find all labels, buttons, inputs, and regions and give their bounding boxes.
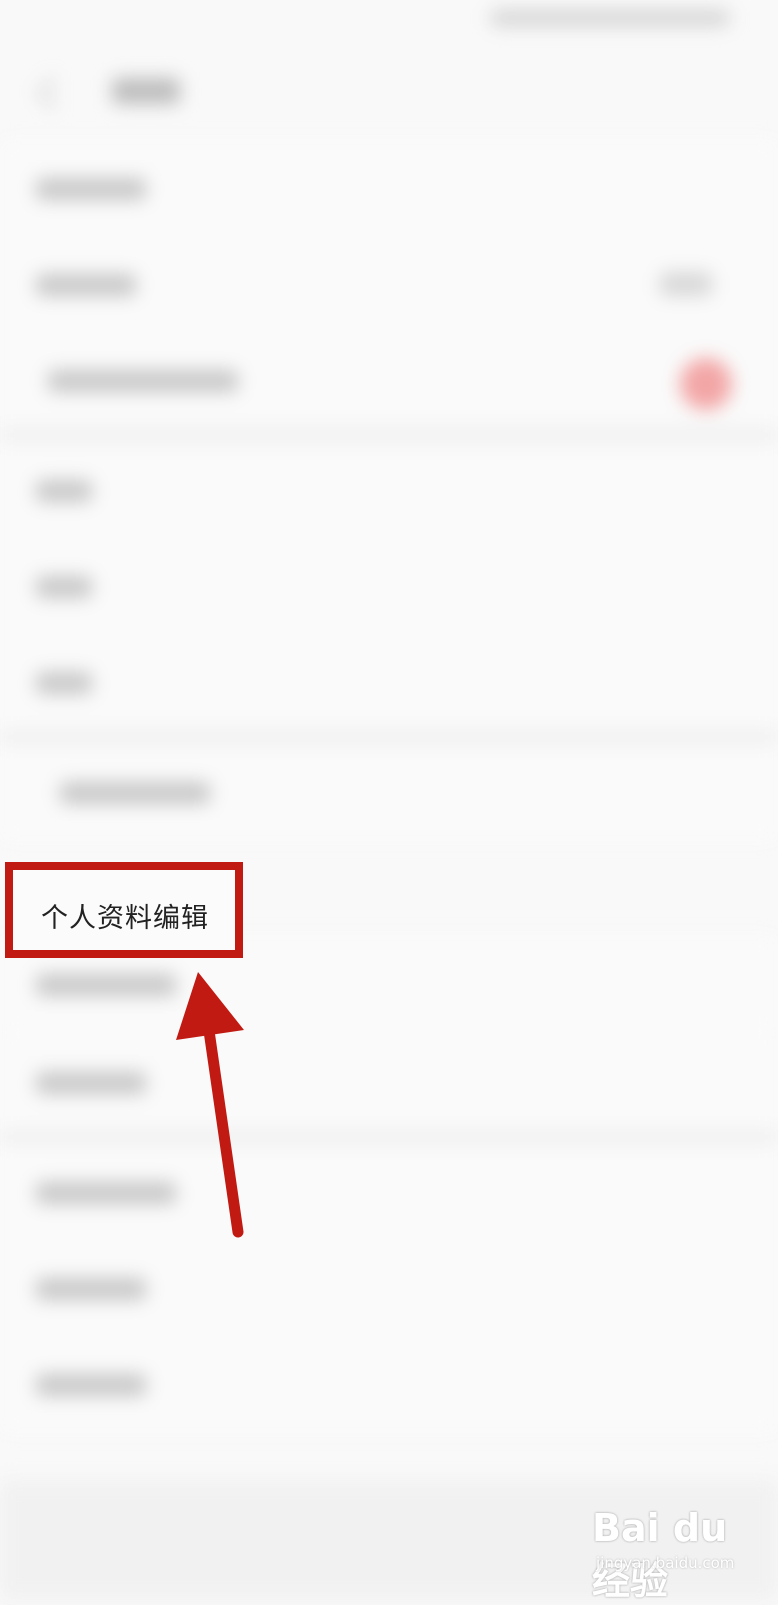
list-item[interactable] [0,140,778,236]
list-item[interactable] [0,634,778,730]
section-divider [0,730,778,744]
status-bar [490,10,730,26]
section-divider [0,428,778,442]
notification-badge [680,358,732,410]
list-item[interactable] [0,1240,778,1336]
list-item[interactable] [0,1144,778,1240]
list-item[interactable] [0,744,778,840]
list-item-value [660,272,712,296]
watermark-domain: jingyan.baidu.com [596,1554,735,1572]
list-item[interactable] [0,332,778,428]
page-title [112,78,180,104]
profile-edit-highlight-box[interactable]: 个人资料编辑 [5,862,243,958]
baidu-jingyan-watermark: Bai du 经验 jingyan.baidu.com [592,1500,772,1603]
list-item[interactable] [0,442,778,538]
list-item[interactable] [0,1034,778,1130]
list-item[interactable] [0,1336,778,1432]
profile-edit-label: 个人资料编辑 [41,903,209,934]
section-divider [0,1130,778,1144]
list-item[interactable] [0,538,778,634]
back-arrow-icon[interactable] [37,77,69,109]
